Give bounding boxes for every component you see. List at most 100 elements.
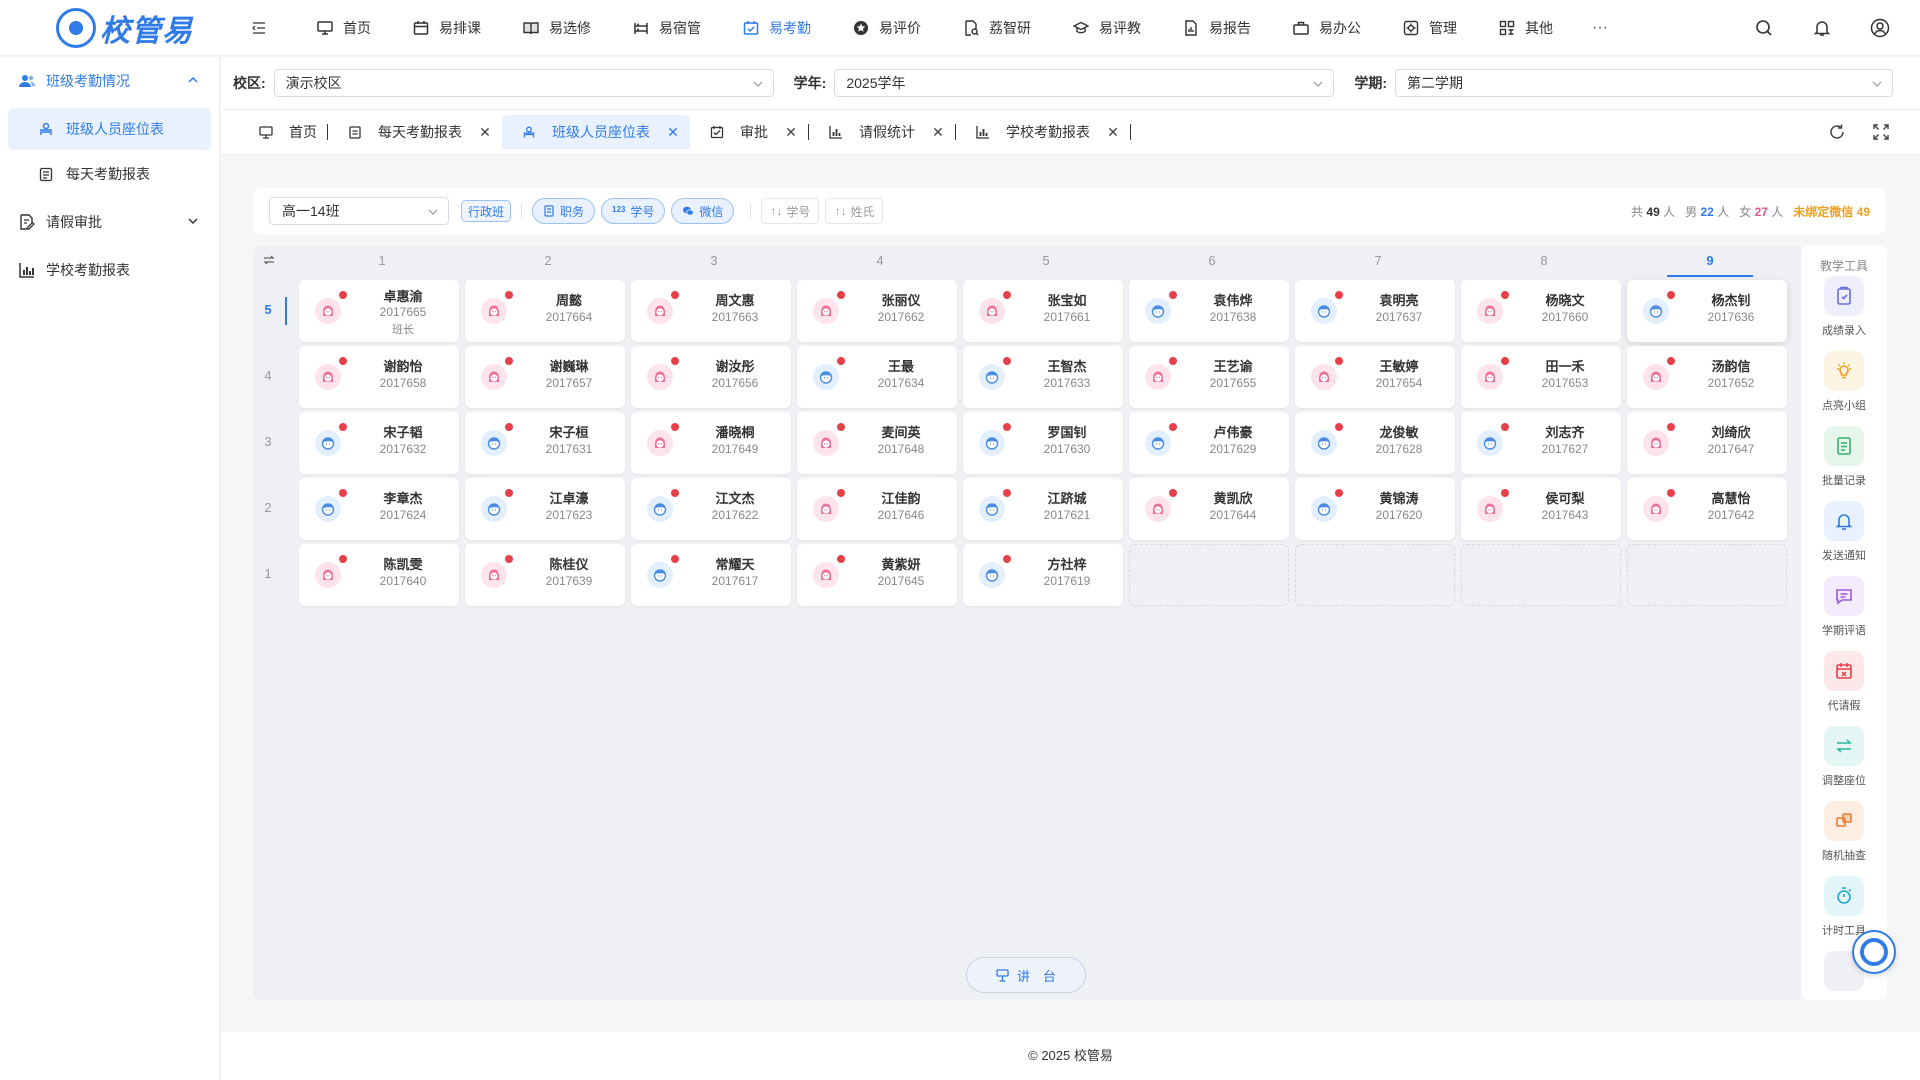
tab-seating-chart[interactable]: 班级人员座位表 ✕ xyxy=(502,115,690,149)
sort-by-surname-button[interactable]: ↑↓ 姓氏 xyxy=(825,198,884,224)
student-seat[interactable]: 谢巍琳 2017657 xyxy=(465,346,625,408)
row-header[interactable]: 3 xyxy=(253,434,283,449)
student-seat[interactable]: 麦间英 2017648 xyxy=(797,412,957,474)
student-seat[interactable]: 陈凯雯 2017640 xyxy=(299,544,459,606)
nav-item-3[interactable]: 易宿管 xyxy=(612,0,722,56)
student-seat[interactable]: 刘志齐 2017627 xyxy=(1461,412,1621,474)
student-seat[interactable]: 张丽仪 2017662 xyxy=(797,280,957,342)
student-seat[interactable]: 谢韵怡 2017658 xyxy=(299,346,459,408)
column-header[interactable]: 2 xyxy=(465,253,631,268)
column-header[interactable]: 5 xyxy=(963,253,1129,268)
student-seat[interactable]: 方社梓 2017619 xyxy=(963,544,1123,606)
toggle-wechat-button[interactable]: 微信 xyxy=(671,198,735,224)
student-seat[interactable]: 宋子桓 2017631 xyxy=(465,412,625,474)
empty-seat[interactable] xyxy=(1627,544,1787,606)
student-seat[interactable]: 汤韵信 2017652 xyxy=(1627,346,1787,408)
close-icon[interactable]: ✕ xyxy=(478,124,492,141)
campus-select[interactable]: 演示校区 xyxy=(273,69,774,97)
nav-item-9[interactable]: 易办公 xyxy=(1272,0,1382,56)
student-seat[interactable]: 高慧怡 2017642 xyxy=(1627,478,1787,540)
class-select[interactable]: 高一14班 xyxy=(269,197,449,225)
nav-more-button[interactable]: ··· xyxy=(1574,19,1626,37)
column-header[interactable]: 4 xyxy=(797,253,963,268)
nav-item-4[interactable]: 易考勤 xyxy=(722,0,832,56)
student-seat[interactable]: 杨杰钊 2017636 xyxy=(1627,280,1787,342)
student-seat[interactable]: 卓惠渝 2017665 班长 xyxy=(299,280,459,342)
student-seat[interactable]: 李章杰 2017624 xyxy=(299,478,459,540)
student-seat[interactable]: 潘晓桐 2017649 xyxy=(631,412,791,474)
sidebar-item-seating-chart[interactable]: 班级人员座位表 xyxy=(8,108,211,150)
close-icon[interactable]: ✕ xyxy=(784,124,798,141)
tab-leave-stats[interactable]: 请假统计 ✕ xyxy=(809,115,955,149)
column-header[interactable]: 9 xyxy=(1627,253,1793,277)
close-icon[interactable]: ✕ xyxy=(931,124,945,141)
toggle-student-id-button[interactable]: 123 学号 xyxy=(601,198,666,224)
assistant-float-button[interactable] xyxy=(1852,930,1896,974)
nav-item-0[interactable]: 首页 xyxy=(296,0,392,56)
tool-grade-entry[interactable]: 成绩录入 xyxy=(1801,276,1887,338)
student-seat[interactable]: 侯可梨 2017643 xyxy=(1461,478,1621,540)
student-seat[interactable]: 刘绮欣 2017647 xyxy=(1627,412,1787,474)
bell-icon[interactable] xyxy=(1812,18,1832,38)
tool-bulb[interactable]: 点亮小组 xyxy=(1801,351,1887,413)
student-seat[interactable]: 江卓濠 2017623 xyxy=(465,478,625,540)
close-icon[interactable]: ✕ xyxy=(666,124,680,141)
tool-comment[interactable]: 学期评语 xyxy=(1801,576,1887,638)
row-header[interactable]: 5 xyxy=(253,302,283,317)
student-seat[interactable]: 宋子韬 2017632 xyxy=(299,412,459,474)
tab-home[interactable]: 首页 xyxy=(259,115,327,149)
student-seat[interactable]: 黄凯欣 2017644 xyxy=(1129,478,1289,540)
row-header[interactable]: 2 xyxy=(253,500,283,515)
nav-item-11[interactable]: 其他 xyxy=(1478,0,1574,56)
logo[interactable]: 校管易 xyxy=(0,0,220,56)
term-select[interactable]: 第二学期 xyxy=(1395,69,1894,97)
nav-item-1[interactable]: 易排课 xyxy=(392,0,502,56)
nav-item-8[interactable]: 易报告 xyxy=(1162,0,1272,56)
tab-approval[interactable]: 审批 ✕ xyxy=(690,115,808,149)
student-seat[interactable]: 杨晓文 2017660 xyxy=(1461,280,1621,342)
empty-seat[interactable] xyxy=(1129,544,1289,606)
empty-seat[interactable] xyxy=(1295,544,1455,606)
column-header[interactable]: 7 xyxy=(1295,253,1461,268)
close-icon[interactable]: ✕ xyxy=(1106,124,1120,141)
nav-item-7[interactable]: 易评教 xyxy=(1052,0,1162,56)
student-seat[interactable]: 王最 2017634 xyxy=(797,346,957,408)
student-seat[interactable]: 田一禾 2017653 xyxy=(1461,346,1621,408)
student-seat[interactable]: 王智杰 2017633 xyxy=(963,346,1123,408)
student-seat[interactable]: 袁明亮 2017637 xyxy=(1295,280,1455,342)
student-seat[interactable]: 常耀天 2017617 xyxy=(631,544,791,606)
collapse-menu-icon[interactable] xyxy=(244,13,274,43)
student-seat[interactable]: 陈桂仪 2017639 xyxy=(465,544,625,606)
student-seat[interactable]: 张宝如 2017661 xyxy=(963,280,1123,342)
search-icon[interactable] xyxy=(1754,18,1774,38)
toggle-duty-button[interactable]: 职务 xyxy=(532,198,596,224)
user-avatar-icon[interactable] xyxy=(1870,18,1890,38)
row-header[interactable]: 4 xyxy=(253,368,283,383)
column-header[interactable]: 6 xyxy=(1129,253,1295,268)
refresh-icon[interactable] xyxy=(1828,123,1846,141)
tool-swap[interactable]: 调整座位 xyxy=(1801,726,1887,788)
student-seat[interactable]: 周文惠 2017663 xyxy=(631,280,791,342)
student-seat[interactable]: 罗国钊 2017630 xyxy=(963,412,1123,474)
student-seat[interactable]: 江跻城 2017621 xyxy=(963,478,1123,540)
sort-by-id-button[interactable]: ↑↓ 学号 xyxy=(761,198,820,224)
student-seat[interactable]: 卢伟豪 2017629 xyxy=(1129,412,1289,474)
student-seat[interactable]: 王敏婷 2017654 xyxy=(1295,346,1455,408)
column-header[interactable]: 3 xyxy=(631,253,797,268)
swap-icon[interactable] xyxy=(263,254,275,266)
fullscreen-icon[interactable] xyxy=(1872,123,1890,141)
student-seat[interactable]: 袁伟烨 2017638 xyxy=(1129,280,1289,342)
column-header[interactable]: 1 xyxy=(299,253,465,268)
nav-item-2[interactable]: 易选修 xyxy=(502,0,612,56)
nav-item-5[interactable]: 易评价 xyxy=(832,0,942,56)
nav-item-6[interactable]: 荔智研 xyxy=(942,0,1052,56)
student-seat[interactable]: 龙俊敏 2017628 xyxy=(1295,412,1455,474)
tool-leave[interactable]: 代请假 xyxy=(1801,651,1887,713)
tool-random[interactable]: 随机抽查 xyxy=(1801,801,1887,863)
sidebar-item-school-report[interactable]: 学校考勤报表 xyxy=(0,246,219,294)
student-seat[interactable]: 黄紫妍 2017645 xyxy=(797,544,957,606)
tab-daily-report[interactable]: 每天考勤报表 ✕ xyxy=(328,115,502,149)
student-seat[interactable]: 王艺谕 2017655 xyxy=(1129,346,1289,408)
tool-batch-record[interactable]: 批量记录 xyxy=(1801,426,1887,488)
student-seat[interactable]: 周懿 2017664 xyxy=(465,280,625,342)
